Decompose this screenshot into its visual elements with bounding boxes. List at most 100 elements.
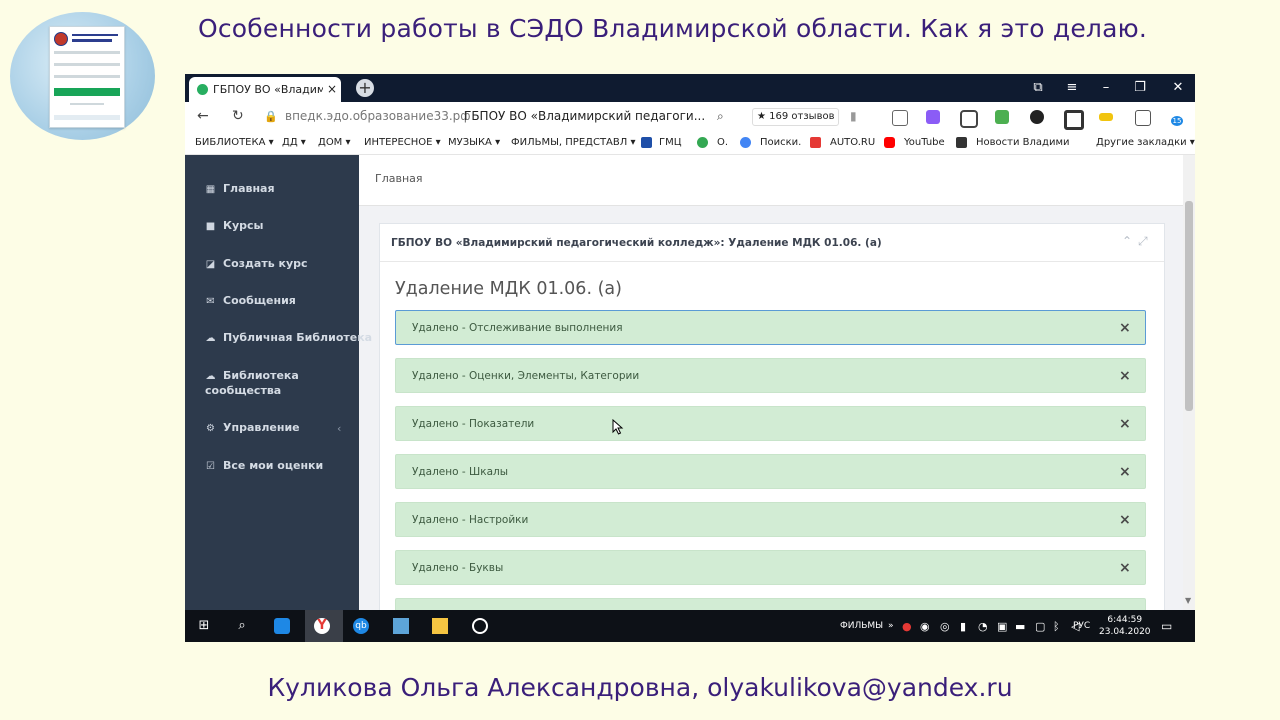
restore-icon[interactable]: ❐ [1125,74,1155,102]
windows-start-icon[interactable]: ⊞ [196,618,212,634]
tray-icon[interactable]: ◉ [920,620,930,633]
scroll-down-icon[interactable]: ▼ [1185,596,1191,605]
sidebar-item-messages[interactable]: ✉ Сообщения [205,294,296,307]
other-bookmarks[interactable]: Другие закладки ▾ [1096,137,1195,148]
close-icon[interactable]: × [1119,416,1131,432]
reload-icon[interactable]: ↻ [232,108,244,124]
sidebar-item-management[interactable]: ⚙ Управление [205,421,300,434]
alert-text: Удалено - Буквы [412,562,504,574]
explorer-icon[interactable] [432,618,448,634]
menu-icon[interactable]: ≡ [1057,74,1087,102]
minimize-icon[interactable]: – [1091,74,1121,102]
reader-icon[interactable] [892,110,908,126]
site-favicon-icon [197,84,208,95]
close-icon[interactable]: × [1119,560,1131,576]
bookmark-item[interactable]: ИНТЕРЕСНОЕ ▾ [364,137,441,148]
logo-line [54,75,120,78]
network-icon[interactable]: ◔ [978,620,988,633]
breadcrumb[interactable]: Главная [375,172,423,185]
chevron-left-icon[interactable]: ‹ [337,422,341,435]
battery-icon[interactable] [1099,113,1113,121]
opera-icon[interactable]: ● [902,620,912,633]
sidebar: ▦ Главная ■ Курсы ◪ Создать курс ✉ Сообщения… [185,155,372,610]
page-scrollbar[interactable]: ▼ [1183,155,1195,610]
alert-success: Удалено - Настройки × [395,502,1146,537]
scrollbar-thumb[interactable] [1185,201,1193,411]
slide-title: Особенности работы в СЭДО Владимирской о… [197,14,1148,43]
bluetooth-icon[interactable]: ᛒ [1053,620,1060,633]
tray-icons[interactable]: » [888,621,894,631]
app-icon[interactable] [472,618,488,634]
lang-indicator[interactable]: РУС [1073,621,1090,631]
battery-icon[interactable]: ▬ [1015,620,1025,633]
bookmark-item[interactable]: ФИЛЬМЫ, ПРЕДСТАВЛ ▾ [511,137,635,148]
search-icon[interactable]: ⌕ [234,618,250,634]
bookmark-item[interactable]: YouTube [904,137,945,148]
tray-label[interactable]: ФИЛЬМЫ [840,621,883,631]
bookmark-item[interactable]: Поиски. [760,137,801,148]
sidebar-item-label: Сообщения [223,294,296,307]
tray-icon[interactable]: ▣ [997,620,1007,633]
pocket-icon[interactable] [960,110,978,128]
close-icon[interactable]: × [1119,368,1131,384]
reviews-badge[interactable]: ★ 169 отзывов [752,108,840,126]
mask-icon[interactable] [1030,110,1044,124]
tab-close-icon[interactable]: × [327,77,337,102]
clock[interactable]: 6:44:59 23.04.2020 [1099,614,1151,638]
download-icon[interactable] [995,110,1009,124]
close-icon[interactable]: × [1119,320,1131,336]
panel-tools[interactable]: ⌃⤢ [1122,234,1154,249]
sidebar-item-label: Библиотека [223,369,299,382]
bookmark-item[interactable]: Новости Владими [976,137,1070,148]
extension-icon[interactable] [926,110,940,124]
emblem-icon [54,32,68,46]
tray-icon[interactable]: ◎ [940,620,950,633]
extension-icon[interactable] [1135,110,1151,126]
bookmark-item[interactable]: ГМЦ [659,137,682,148]
sidebar-item-community-library[interactable]: ☁ Библиотека [205,369,299,382]
sidebar-item-public-library[interactable]: ☁ Публичная Библиотека [205,331,373,344]
alert-text: Удалено - Оценки, Элементы, Категории [412,370,640,382]
tab-title: ГБПОУ ВО «Владимирс [213,83,323,96]
gmc-icon [641,137,652,148]
pin-icon[interactable]: ⧉ [1023,74,1053,102]
sidebar-item-courses[interactable]: ■ Курсы [205,219,264,232]
bookmark-item[interactable]: ДД ▾ [282,137,306,148]
windows-taskbar: ⊞ ⌕ Y qb ФИЛЬМЫ » ● ◉ ◎ ▮ ◔ ▣ ▬ ▢ ᛒ ◁ РУ… [185,610,1195,642]
app-icon[interactable] [274,618,290,634]
notifications-icon[interactable]: ▭ [1161,619,1172,633]
yandex-browser-icon[interactable]: Y [314,618,330,634]
url-field[interactable]: впедк.эдо.образование33.рф [285,109,471,123]
back-icon[interactable]: ← [197,108,209,124]
close-window-icon[interactable]: ✕ [1163,74,1193,102]
sidebar-item-label: Главная [223,182,275,195]
extensions-badge[interactable]: 15 [1171,116,1183,126]
gears-icon: ⚙ [206,423,215,434]
bookmark-item[interactable]: О. [717,137,728,148]
lock-icon[interactable]: 🔒 [264,110,278,123]
bookmark-item[interactable]: МУЗЫКА ▾ [448,137,500,148]
content-panel: ГБПОУ ВО «Владимирский педагогический ко… [379,223,1165,633]
news-icon [956,137,967,148]
mouse-cursor-icon [612,419,624,435]
bookmark-item[interactable]: AUTO.RU [830,137,875,148]
sidebar-item-home[interactable]: ▦ Главная [205,182,275,195]
bookmark-icon[interactable]: ▮ [850,109,857,123]
sidebar-item-grades[interactable]: ☑ Все мои оценки [205,459,323,472]
bookmarks-bar: БИБЛИОТЕКА ▾ ДД ▾ ДОМ ▾ ИНТЕРЕСНОЕ ▾ МУЗ… [185,132,1195,155]
close-icon[interactable]: × [1119,512,1131,528]
autoru-icon [810,137,821,148]
bookmark-item[interactable]: ДОМ ▾ [318,137,351,148]
page-title-in-bar[interactable]: ГБПОУ ВО «Владимирский педагоги... [464,109,705,123]
new-tab-button[interactable]: + [356,79,374,97]
microphone-icon[interactable]: ▮ [960,620,966,633]
extension-icon[interactable] [1064,110,1084,130]
qbittorrent-icon[interactable]: qb [353,618,369,634]
bookmark-item[interactable]: БИБЛИОТЕКА ▾ [195,137,274,148]
notepad-icon[interactable] [393,618,409,634]
browser-tab[interactable]: ГБПОУ ВО «Владимирс × [189,77,341,102]
search-icon[interactable]: ⌕ [717,109,724,124]
tray-icon[interactable]: ▢ [1035,620,1045,633]
sidebar-item-create-course[interactable]: ◪ Создать курс [205,257,308,270]
close-icon[interactable]: × [1119,464,1131,480]
